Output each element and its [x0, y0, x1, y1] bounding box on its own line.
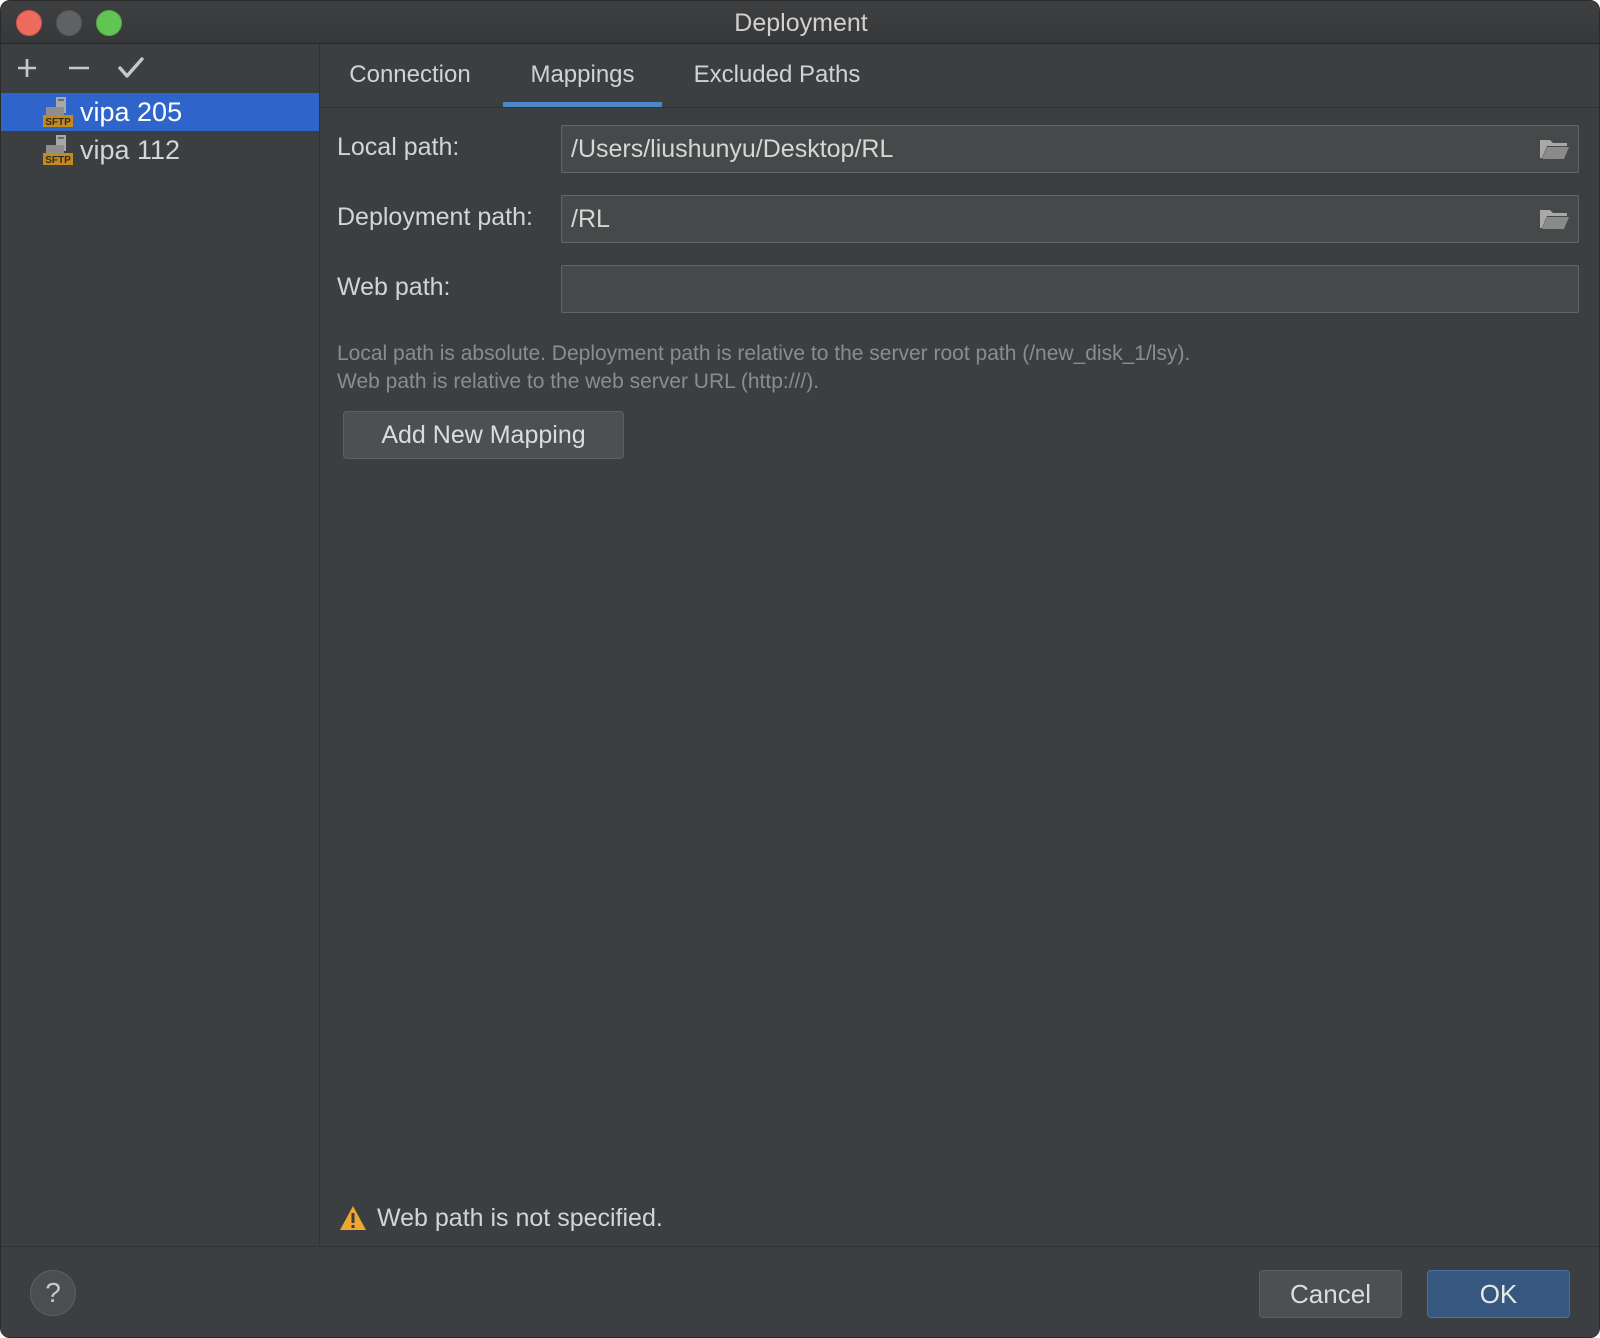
server-list: SFTP vipa 205 SFTP vipa 112 [1, 93, 319, 169]
svg-text:SFTP: SFTP [45, 117, 71, 128]
deployment-dialog: Deployment SFTP vipa 205 SFTP vipa 112 C… [0, 0, 1600, 1338]
checkmark-icon [118, 57, 144, 78]
remove-server-button[interactable] [61, 52, 97, 84]
add-server-button[interactable] [9, 52, 45, 84]
tab-mappings[interactable]: Mappings [503, 44, 662, 107]
server-item-vipa-112[interactable]: SFTP vipa 112 [1, 131, 319, 169]
server-item-vipa-205[interactable]: SFTP vipa 205 [1, 93, 319, 131]
main-panel: Connection Mappings Excluded Paths Local… [320, 44, 1599, 1246]
server-item-label: vipa 205 [80, 96, 183, 127]
web-path-field [561, 265, 1579, 313]
minus-icon [69, 66, 89, 70]
web-path-input[interactable] [562, 266, 1512, 312]
path-hint-line-2: Web path is relative to the web server U… [337, 370, 820, 393]
deployment-path-field [561, 195, 1579, 243]
ok-button[interactable]: OK [1427, 1270, 1570, 1318]
title-bar: Deployment [1, 1, 1599, 44]
local-path-field [561, 125, 1579, 173]
validation-warning: Web path is not specified. [339, 1202, 663, 1234]
svg-text:SFTP: SFTP [45, 155, 71, 166]
tab-bar: Connection Mappings Excluded Paths [320, 44, 1599, 108]
add-new-mapping-button[interactable]: Add New Mapping [343, 411, 624, 459]
dialog-footer: ? Cancel OK [1, 1246, 1599, 1337]
help-button[interactable]: ? [30, 1270, 76, 1316]
deployment-path-label: Deployment path: [337, 203, 533, 231]
path-hint-line-1: Local path is absolute. Deployment path … [337, 342, 1191, 365]
sftp-server-icon: SFTP [43, 97, 73, 128]
sftp-server-icon: SFTP [43, 135, 73, 166]
deployment-path-input[interactable] [562, 196, 1512, 242]
cancel-button[interactable]: Cancel [1259, 1270, 1402, 1318]
folder-icon[interactable] [1538, 206, 1570, 232]
plus-icon [18, 59, 36, 77]
tab-connection[interactable]: Connection [340, 44, 480, 107]
local-path-input[interactable] [562, 126, 1512, 172]
tab-excluded-paths[interactable]: Excluded Paths [682, 44, 872, 107]
server-item-label: vipa 112 [80, 134, 181, 165]
sidebar-toolbar [1, 44, 319, 92]
local-path-label: Local path: [337, 133, 460, 161]
web-path-label: Web path: [337, 273, 451, 301]
window-title: Deployment [734, 9, 868, 37]
set-default-server-button[interactable] [113, 52, 149, 84]
warning-icon [340, 1206, 366, 1230]
folder-icon[interactable] [1538, 136, 1570, 162]
warning-text: Web path is not specified. [377, 1203, 663, 1232]
server-sidebar: SFTP vipa 205 SFTP vipa 112 [1, 44, 320, 1246]
